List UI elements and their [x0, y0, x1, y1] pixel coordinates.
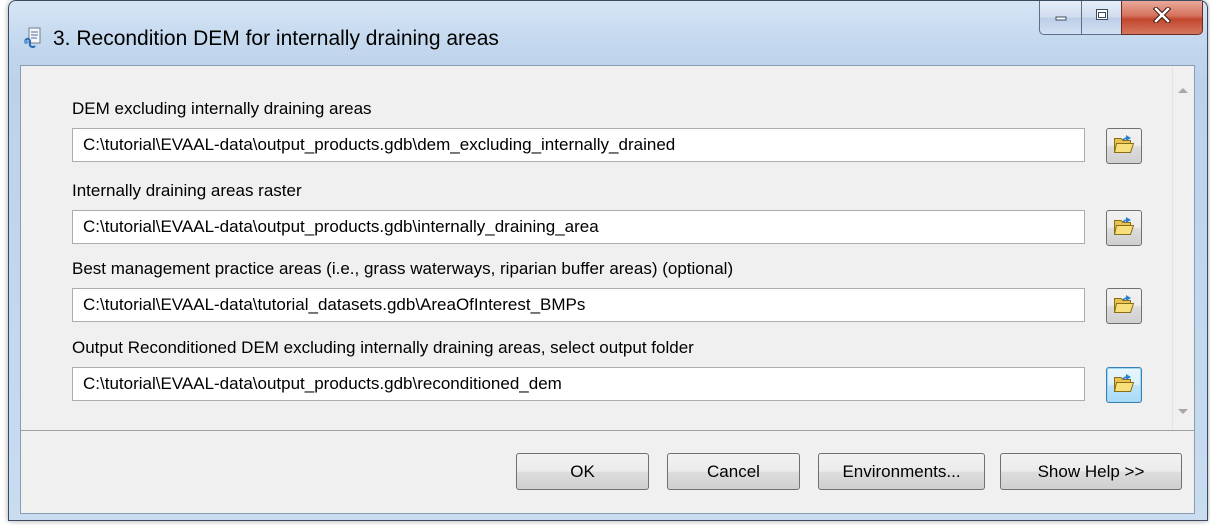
scroll-up-arrow-icon[interactable] [1178, 88, 1188, 93]
param-input-internally-draining[interactable] [72, 210, 1085, 244]
cancel-button[interactable]: Cancel [667, 453, 800, 490]
param-input-bmp-areas[interactable] [72, 288, 1085, 322]
ok-button[interactable]: OK [516, 453, 649, 490]
param-label-bmp-areas: Best management practice areas (i.e., gr… [72, 259, 734, 278]
vertical-scrollbar[interactable] [1172, 66, 1194, 430]
param-input-output-dem[interactable] [72, 367, 1085, 401]
minimize-icon [1053, 7, 1069, 28]
open-folder-icon [1113, 294, 1135, 319]
script-tool-icon [23, 27, 43, 49]
minimize-button[interactable] [1039, 1, 1081, 35]
environments-button[interactable]: Environments... [818, 453, 985, 490]
maximize-button[interactable] [1081, 1, 1121, 35]
param-label-internally-draining: Internally draining areas raster [72, 181, 302, 200]
close-icon [1152, 5, 1172, 28]
maximize-icon [1094, 7, 1110, 28]
show-help-button[interactable]: Show Help >> [1000, 453, 1182, 490]
window-title: 3. Recondition DEM for internally draini… [53, 27, 499, 50]
browse-button-internally-draining[interactable] [1106, 210, 1142, 246]
open-folder-icon [1113, 134, 1135, 159]
scroll-down-arrow-icon[interactable] [1178, 409, 1188, 414]
browse-button-output-dem[interactable] [1106, 367, 1142, 403]
title-bar[interactable]: 3. Recondition DEM for internally draini… [9, 1, 1207, 65]
param-label-dem-excluding: DEM excluding internally draining areas [72, 99, 372, 118]
open-folder-icon [1113, 373, 1135, 398]
dialog-client-area: DEM excluding internally draining areas … [20, 65, 1195, 514]
close-button[interactable] [1121, 1, 1203, 35]
open-folder-icon [1113, 216, 1135, 241]
browse-button-bmp-areas[interactable] [1106, 288, 1142, 324]
tool-dialog-window: 3. Recondition DEM for internally draini… [8, 0, 1208, 521]
param-label-output-dem: Output Reconditioned DEM excluding inter… [72, 338, 694, 357]
param-input-dem-excluding[interactable] [72, 128, 1085, 162]
browse-button-dem-excluding[interactable] [1106, 128, 1142, 164]
parameters-panel: DEM excluding internally draining areas … [21, 66, 1194, 431]
caption-buttons [1039, 1, 1203, 37]
